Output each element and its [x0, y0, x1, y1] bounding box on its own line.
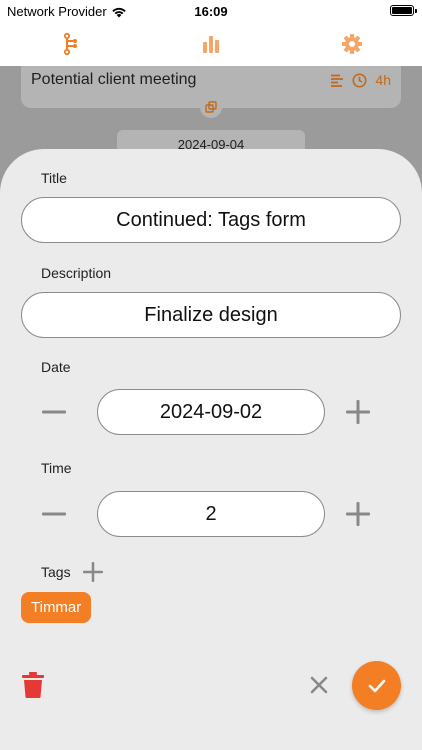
time-decrement-button[interactable]: [39, 499, 69, 529]
add-tag-button[interactable]: [78, 557, 108, 587]
clock-icon: [352, 73, 367, 87]
tag-chip[interactable]: Timmar: [21, 592, 92, 623]
time-label: Time: [41, 460, 72, 476]
date-label: Date: [41, 359, 71, 375]
entry-card-meta: 4h: [330, 72, 391, 88]
time-field[interactable]: 2: [97, 491, 325, 537]
plus-icon: [83, 562, 103, 582]
title-field[interactable]: Continued: Tags form: [21, 197, 401, 243]
entry-card-duration: 4h: [375, 72, 391, 88]
date-increment-button[interactable]: [343, 397, 373, 427]
entry-card-title: Potential client meeting: [31, 71, 197, 88]
copy-icon: [205, 101, 217, 113]
gear-icon: [341, 34, 362, 54]
status-time: 16:09: [194, 4, 228, 19]
description-label: Description: [41, 265, 112, 281]
bar-chart-icon: [203, 36, 219, 53]
status-bar: Network Provider 16:09: [0, 0, 422, 22]
save-button[interactable]: [352, 661, 401, 710]
plus-icon: [346, 400, 370, 424]
check-icon: [368, 679, 385, 692]
time-increment-button[interactable]: [343, 499, 373, 529]
close-icon: [310, 676, 328, 694]
tab-timeline[interactable]: [0, 22, 141, 66]
minus-icon: [42, 512, 66, 516]
cancel-button[interactable]: [304, 670, 334, 700]
tab-settings[interactable]: [281, 22, 422, 66]
battery-icon: [390, 5, 417, 16]
tab-statistics[interactable]: [141, 22, 282, 66]
date-decrement-button[interactable]: [39, 397, 69, 427]
git-branch-icon: [64, 33, 78, 55]
top-nav: [0, 22, 422, 66]
delete-button[interactable]: [18, 670, 48, 700]
duplicate-button[interactable]: [200, 96, 222, 118]
plus-icon: [346, 502, 370, 526]
notes-icon: [331, 74, 344, 87]
trash-icon: [22, 672, 44, 698]
title-label: Title: [41, 170, 67, 186]
tags-label: Tags: [41, 564, 71, 580]
description-field[interactable]: Finalize design: [21, 292, 401, 338]
date-field[interactable]: 2024-09-02: [97, 389, 325, 435]
minus-icon: [42, 410, 66, 414]
